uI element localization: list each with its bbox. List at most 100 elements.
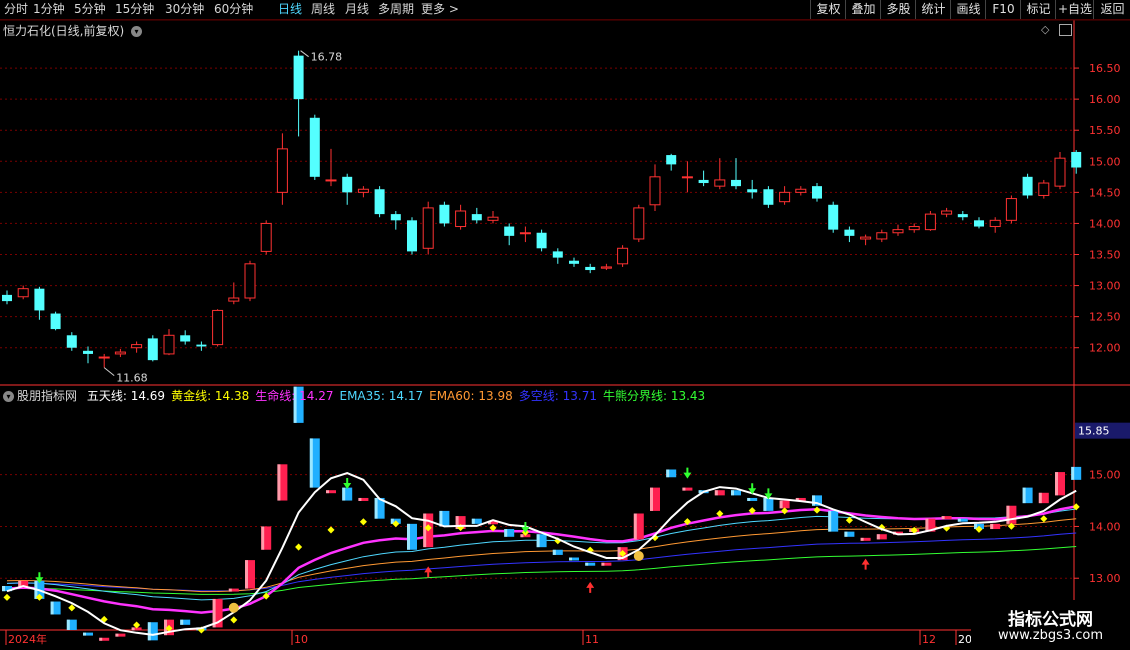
- main-y-tick-label: 15.00: [1089, 155, 1121, 168]
- candle-body-down: [828, 204, 839, 230]
- indicator-bar-highlight: [1071, 466, 1075, 480]
- watermark-url: www.zbgs3.com: [997, 628, 1104, 643]
- candle-body-up: [649, 176, 661, 206]
- candle-body-up: [98, 356, 110, 359]
- indicator-bar-highlight: [228, 588, 232, 592]
- candle-body-up: [941, 210, 953, 215]
- main-y-tick-label: 14.00: [1089, 217, 1121, 230]
- x-axis-label: 12: [922, 633, 936, 646]
- indicator-legend-5: 多空线: 13.71: [518, 389, 597, 403]
- candle-body-down: [747, 189, 758, 193]
- sell-arrow-icon: [343, 478, 352, 490]
- indicator-bar-highlight: [374, 497, 378, 519]
- candle-body-up: [876, 232, 888, 240]
- indicator-bar-highlight: [504, 529, 508, 537]
- indicator-bar-highlight: [844, 531, 848, 537]
- indicator-y-tick-label: 13.00: [1089, 572, 1121, 585]
- indicator-bar-highlight: [552, 549, 556, 555]
- layout-toggle-icon[interactable]: [1059, 24, 1072, 36]
- candle-body-down: [439, 204, 450, 224]
- candle-body-up: [455, 210, 467, 228]
- candle-body-down: [390, 214, 401, 221]
- indicator-bar-highlight: [747, 497, 751, 501]
- indicator-bar-highlight: [358, 497, 362, 501]
- indicator-bar-highlight: [131, 627, 135, 631]
- candle-body-down: [309, 117, 320, 177]
- diamond-icon[interactable]: ◇: [1041, 23, 1049, 36]
- candle-body-up: [714, 179, 726, 187]
- indicator-legend-6: 牛熊分界线: 13.43: [602, 389, 706, 403]
- indicator-bar-highlight: [423, 513, 427, 548]
- low-annotation-arrow: [103, 367, 115, 376]
- candle-body-up: [244, 263, 256, 299]
- indicator-legend-2: 生命线: 14.27: [255, 389, 334, 403]
- candle-body-up: [908, 226, 920, 231]
- indicator-bar-highlight: [714, 490, 718, 496]
- candle-body-down: [957, 214, 968, 218]
- indicator-dropdown-icon[interactable]: ▾: [3, 391, 14, 402]
- candle-body-up: [17, 288, 29, 298]
- candle-body-up: [681, 176, 693, 179]
- watermark-title: 指标公式网: [1008, 610, 1093, 630]
- indicator-bar-highlight: [860, 537, 864, 541]
- candle-body-up: [779, 191, 791, 203]
- candle-body-up: [1005, 198, 1017, 221]
- indicator-legend-4: EMA60: 13.98: [429, 389, 513, 403]
- golden-line-dot: [327, 526, 335, 534]
- main-y-tick-label: 16.00: [1089, 93, 1121, 106]
- candle-body-up: [633, 207, 645, 240]
- indicator-bar-highlight: [180, 619, 184, 625]
- candle-body-down: [763, 189, 774, 205]
- life-line: [6, 505, 1077, 614]
- candle-body-down: [1071, 151, 1082, 168]
- candle-body-up: [617, 247, 629, 265]
- main-y-tick-label: 14.50: [1089, 186, 1121, 199]
- main-y-tick-label: 13.50: [1089, 249, 1121, 262]
- indicator-bar-highlight: [828, 510, 832, 532]
- title-dropdown-icon[interactable]: ▾: [131, 26, 143, 37]
- main-y-tick-label: 15.50: [1089, 124, 1121, 137]
- indicator-y-tick-label: 15.00: [1089, 469, 1121, 482]
- candle-body-down: [407, 220, 417, 252]
- indicator-bar-highlight: [83, 632, 86, 636]
- indicator-legend-0: 五天线: 14.69: [86, 389, 166, 403]
- indicator-name: 股朋指标网: [17, 389, 78, 403]
- candle-body-up: [114, 351, 126, 355]
- indicator-bar-highlight: [407, 523, 410, 550]
- candle-body-down: [585, 266, 596, 271]
- buy-arrow-icon: [861, 558, 870, 570]
- main-y-tick-label: 13.00: [1089, 280, 1121, 293]
- indicator-bar-highlight: [569, 557, 572, 561]
- indicator-bar-highlight: [147, 622, 151, 641]
- candle-body-down: [569, 260, 579, 264]
- candle-body-down: [50, 313, 61, 330]
- indicator-bar-highlight: [326, 490, 329, 494]
- indicator-bar-highlight: [1038, 492, 1042, 504]
- candle-body-up: [163, 334, 175, 355]
- candle-body-up: [924, 213, 936, 231]
- candle-body-down: [2, 294, 12, 302]
- buy-arrow-icon: [586, 581, 595, 593]
- candle-body-up: [860, 236, 872, 240]
- candle-body-up: [357, 188, 369, 193]
- candle-body-up: [1054, 157, 1066, 187]
- buy-arrow-icon: [424, 566, 433, 578]
- indicator-bar-highlight: [1055, 472, 1058, 496]
- candle-body-up: [212, 309, 224, 346]
- x-axis-label: 11: [585, 633, 599, 646]
- indicator-bar-highlight: [925, 518, 929, 532]
- candle-body-down: [147, 338, 158, 361]
- indicator-bar-highlight: [50, 601, 54, 615]
- candle-body-down: [698, 179, 709, 184]
- candle-body-down: [180, 335, 191, 342]
- candle-body-down: [666, 155, 677, 165]
- current-price-label: 15.85: [1078, 425, 1110, 438]
- candle-body-up: [260, 222, 272, 252]
- indicator-bar-highlight: [309, 438, 313, 488]
- candle-body-down: [731, 179, 741, 187]
- candle-body-up: [519, 232, 531, 235]
- main-kline-chart[interactable]: 16.50 16.00 15.50 15.00 14.50 14.00 13.50 13.00…: [0, 0, 1130, 650]
- indicator-title-row: ▾ 股朋指标网 五天线: 14.69 黄金线: 14.38 生命线: 14.27 EMA…: [3, 387, 705, 404]
- indicator-bar-highlight: [779, 500, 783, 509]
- indicator-bar-highlight: [666, 469, 670, 478]
